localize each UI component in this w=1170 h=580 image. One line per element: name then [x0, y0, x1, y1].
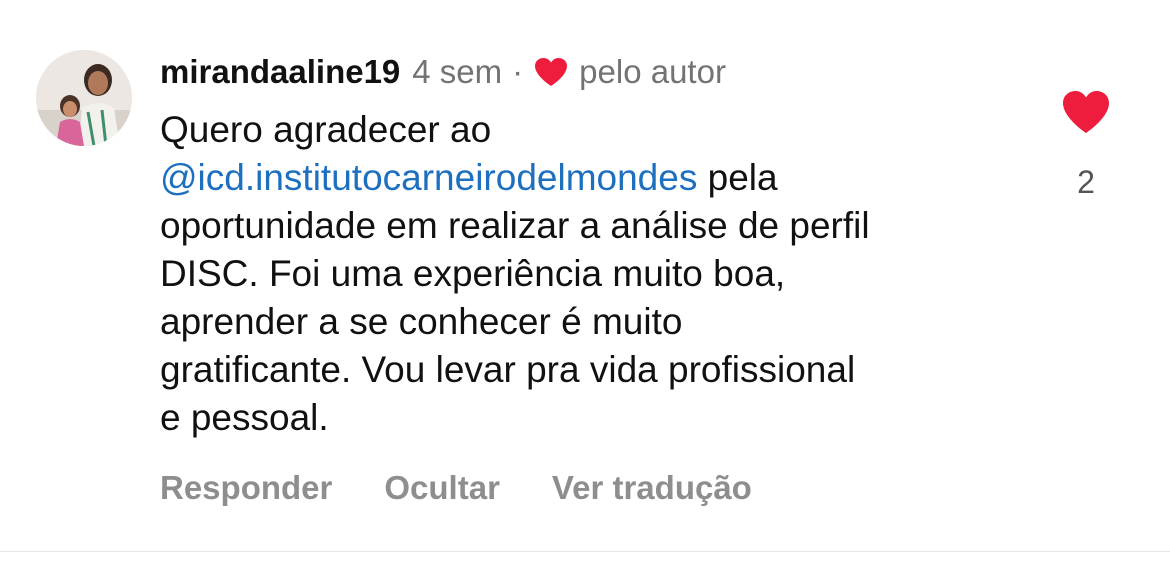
comment-line: oportunidade em realizar a análise de pe… — [160, 205, 870, 246]
like-count: 2 — [1077, 164, 1095, 200]
comment-line-text: pela — [697, 157, 778, 198]
hide-button[interactable]: Ocultar — [384, 469, 500, 507]
like-heart-icon[interactable] — [1060, 88, 1112, 136]
timestamp: 4 sem — [412, 53, 503, 90]
mention-link[interactable]: @icd.institutocarneirodelmondes — [160, 157, 697, 198]
liked-by-author-label: pelo autor — [579, 53, 726, 90]
reply-button[interactable]: Responder — [160, 469, 332, 507]
divider — [0, 551, 1170, 552]
comment-header: mirandaaline19 4 sem · pelo autor — [160, 50, 726, 94]
comment-line: @icd.institutocarneirodelmondes pela — [160, 154, 1020, 202]
avatar-photo — [36, 50, 132, 146]
comment-line: DISC. Foi uma experiência muito boa, — [160, 253, 786, 294]
comment-line: Quero agradecer ao — [160, 109, 492, 150]
comment-body: Quero agradecer ao @icd.institutocarneir… — [160, 106, 1020, 442]
separator-dot: · — [512, 53, 524, 90]
comment-line: gratificante. Vou levar pra vida profiss… — [160, 349, 856, 390]
author-liked-heart-icon — [535, 58, 568, 86]
comment-actions: Responder Ocultar Ver tradução — [160, 466, 804, 510]
see-translation-button[interactable]: Ver tradução — [552, 469, 752, 507]
comment: mirandaaline19 4 sem · pelo autor Quero … — [0, 0, 1170, 550]
username[interactable]: mirandaaline19 — [160, 53, 400, 91]
avatar[interactable] — [36, 50, 132, 146]
comment-line: aprender a se conhecer é muito — [160, 301, 683, 342]
comment-line: e pessoal. — [160, 397, 329, 438]
